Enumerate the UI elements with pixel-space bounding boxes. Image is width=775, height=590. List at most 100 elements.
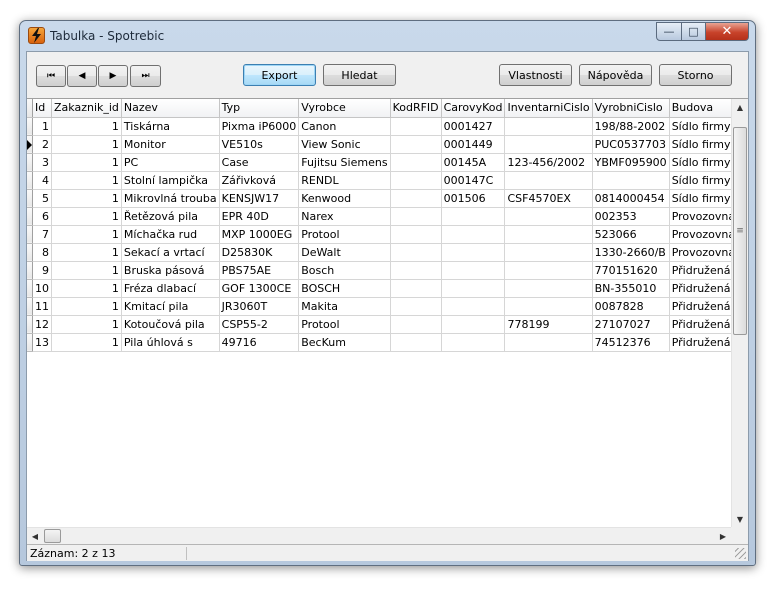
search-button[interactable]: Hledat (323, 64, 396, 86)
table-cell[interactable]: 770151620 (592, 261, 670, 280)
table-cell[interactable] (390, 315, 442, 334)
column-header[interactable]: Nazev (121, 99, 220, 118)
table-cell[interactable]: Bosch (298, 261, 391, 280)
close-button[interactable]: ✕ (705, 22, 749, 41)
table-cell[interactable]: 7 (32, 225, 52, 244)
table-cell[interactable]: 13 (32, 333, 52, 352)
table-cell[interactable]: CSP55-2 (219, 315, 300, 334)
table-cell[interactable]: 1 (51, 135, 122, 154)
column-header[interactable]: Id (32, 99, 52, 118)
horizontal-scrollbar[interactable]: ◀ ▶ (27, 527, 731, 544)
table-cell[interactable]: 6 (32, 207, 52, 226)
table-cell[interactable]: D25830K (219, 243, 300, 262)
table-cell[interactable]: 1 (51, 207, 122, 226)
table-cell[interactable] (441, 315, 506, 334)
table-cell[interactable]: Tiskárna (121, 117, 220, 136)
column-header[interactable]: InventarniCislo (504, 99, 593, 118)
table-cell[interactable]: YBMF095900 (592, 153, 670, 172)
table-cell[interactable]: JR3060T (219, 297, 300, 316)
table-cell[interactable]: BN-355010 (592, 279, 670, 298)
scroll-left-icon[interactable]: ◀ (27, 528, 43, 544)
table-cell[interactable] (504, 135, 593, 154)
table-cell[interactable]: 3 (32, 153, 52, 172)
table-cell[interactable]: 1 (51, 171, 122, 190)
table-cell[interactable]: 1 (51, 333, 122, 352)
table-cell[interactable]: Makita (298, 297, 391, 316)
maximize-button[interactable]: □ (681, 22, 706, 41)
table-cell[interactable] (390, 117, 442, 136)
table-cell[interactable] (441, 207, 506, 226)
next-record-button[interactable]: ▶ (98, 65, 128, 87)
table-cell[interactable]: 27107027 (592, 315, 670, 334)
table-cell[interactable]: Mikrovlná trouba (121, 189, 220, 208)
table-cell[interactable]: 4 (32, 171, 52, 190)
table-cell[interactable]: 0087828 (592, 297, 670, 316)
table-cell[interactable] (390, 171, 442, 190)
column-header[interactable]: Zakaznik_id (51, 99, 122, 118)
table-cell[interactable]: EPR 40D (219, 207, 300, 226)
table-cell[interactable] (441, 261, 506, 280)
table-cell[interactable]: Zářivková (219, 171, 300, 190)
cancel-button[interactable]: Storno (659, 64, 732, 86)
table-cell[interactable]: 2 (32, 135, 52, 154)
table-cell[interactable]: Míchačka rud (121, 225, 220, 244)
table-cell[interactable]: 1 (51, 243, 122, 262)
table-cell[interactable] (390, 243, 442, 262)
column-header[interactable]: CarovyKod (441, 99, 506, 118)
table-cell[interactable]: 5 (32, 189, 52, 208)
table-cell[interactable] (390, 153, 442, 172)
title-bar[interactable]: Tabulka - Spotrebic — □ ✕ (20, 21, 755, 51)
table-row[interactable]: 6 1 Řetězová pila EPR 40D Narex 002353 Provozo… (27, 207, 748, 226)
table-cell[interactable]: 1 (51, 153, 122, 172)
table-row[interactable]: 10 1 Fréza dlabací GOF 1300CE BOSCH BN-355010… (27, 279, 748, 298)
table-cell[interactable]: Bruska pásová (121, 261, 220, 280)
minimize-button[interactable]: — (656, 22, 682, 41)
table-cell[interactable]: Protool (298, 315, 391, 334)
table-cell[interactable]: 1 (51, 189, 122, 208)
table-cell[interactable]: 002353 (592, 207, 670, 226)
column-header[interactable]: VyrobniCislo (592, 99, 670, 118)
table-row[interactable]: 13 1 Pila úhlová s 49716 BecKum 74512376 Přidr… (27, 333, 748, 352)
first-record-button[interactable]: ⏮ (36, 65, 66, 87)
table-cell[interactable] (390, 333, 442, 352)
table-cell[interactable]: 1 (51, 279, 122, 298)
table-cell[interactable]: 198/88-2002 (592, 117, 670, 136)
table-cell[interactable] (504, 117, 593, 136)
table-cell[interactable]: 00145A (441, 153, 506, 172)
table-cell[interactable]: 000147C (441, 171, 506, 190)
table-cell[interactable]: CSF4570EX (504, 189, 593, 208)
table-row[interactable]: 5 1 Mikrovlná trouba KENSJW17 Kenwood 001506 C… (27, 189, 748, 208)
table-cell[interactable]: 523066 (592, 225, 670, 244)
table-cell[interactable]: 001506 (441, 189, 506, 208)
table-cell[interactable] (441, 243, 506, 262)
table-cell[interactable]: BOSCH (298, 279, 391, 298)
table-cell[interactable]: 0001427 (441, 117, 506, 136)
table-cell[interactable] (390, 279, 442, 298)
help-button[interactable]: Nápověda (579, 64, 652, 86)
table-row[interactable]: 4 1 Stolní lampička Zářivková RENDL 000147C Sí… (27, 171, 748, 190)
vertical-scroll-thumb[interactable]: ≡ (733, 127, 747, 335)
table-cell[interactable]: Case (219, 153, 300, 172)
table-cell[interactable]: BecKum (298, 333, 391, 352)
table-cell[interactable] (390, 261, 442, 280)
table-cell[interactable]: 1 (51, 261, 122, 280)
table-cell[interactable]: 74512376 (592, 333, 670, 352)
table-cell[interactable] (441, 333, 506, 352)
data-grid[interactable]: Id Zakaznik_id Nazev Typ Vyrobce KodRFID Carov… (27, 98, 748, 544)
table-cell[interactable] (504, 225, 593, 244)
table-cell[interactable]: Fujitsu Siemens (298, 153, 391, 172)
table-cell[interactable]: Pila úhlová s (121, 333, 220, 352)
table-cell[interactable] (390, 189, 442, 208)
table-cell[interactable] (390, 225, 442, 244)
properties-button[interactable]: Vlastnosti (499, 64, 572, 86)
table-cell[interactable]: 1 (51, 315, 122, 334)
table-row[interactable]: 12 1 Kotoučová pila CSP55-2 Protool 778199 271… (27, 315, 748, 334)
table-cell[interactable]: Pixma iP6000 (219, 117, 300, 136)
scroll-down-icon[interactable]: ▼ (732, 511, 748, 528)
table-cell[interactable]: 778199 (504, 315, 593, 334)
table-cell[interactable] (504, 261, 593, 280)
table-cell[interactable]: MXP 1000EG (219, 225, 300, 244)
table-cell[interactable] (592, 171, 670, 190)
table-cell[interactable]: Monitor (121, 135, 220, 154)
column-header[interactable]: Typ (219, 99, 300, 118)
